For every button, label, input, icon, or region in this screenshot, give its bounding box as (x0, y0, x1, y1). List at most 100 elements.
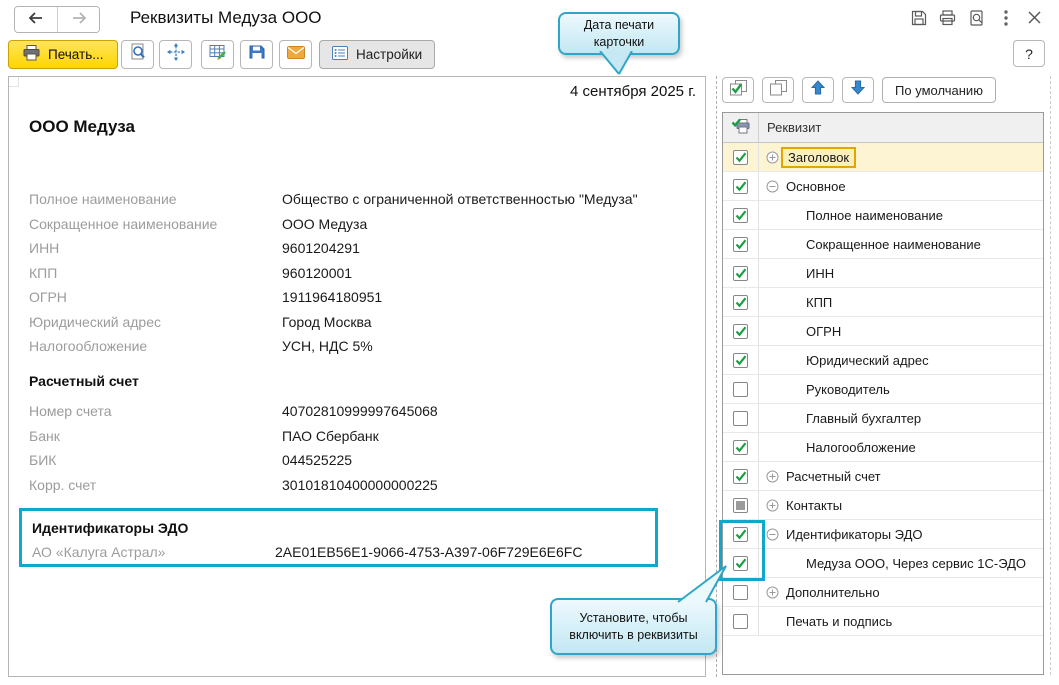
attributes-table: Реквизит Заголовок Основное Полное наимено… (722, 112, 1044, 675)
close-icon[interactable] (1026, 9, 1043, 26)
attribute-label: Налогообложение (806, 439, 916, 455)
checked-checkbox[interactable] (733, 178, 748, 194)
attribute-row[interactable]: Дополнительно (723, 578, 1043, 607)
field-value: УСН, НДС 5% (282, 338, 373, 355)
attribute-row[interactable]: Юридический адрес (723, 346, 1043, 375)
checked-checkbox[interactable] (733, 439, 748, 455)
edo-highlight-box: Идентификаторы ЭДО АО «Калуга Астрал» 2AE… (19, 508, 658, 567)
doc-edo-fields: АО «Калуга Астрал» 2AE01EB56E1-9066-4753-… (32, 540, 655, 565)
attribute-row[interactable]: ОГРН (723, 317, 1043, 346)
checked-checkbox[interactable] (733, 323, 748, 339)
attribute-row[interactable]: Заголовок (723, 143, 1043, 172)
move-up-button[interactable] (802, 77, 834, 103)
attribute-cell: Медуза ООО, Через сервис 1С-ЭДО (759, 549, 1043, 577)
check-all-button[interactable] (722, 77, 754, 103)
attribute-label: Главный бухгалтер (806, 410, 922, 426)
callout-print-date: Дата печати карточки (558, 12, 680, 55)
checked-checkbox[interactable] (733, 555, 748, 571)
attribute-row[interactable]: Медуза ООО, Через сервис 1С-ЭДО (723, 549, 1043, 578)
attribute-row[interactable]: Главный бухгалтер (723, 404, 1043, 433)
checkbox-cell (723, 288, 759, 316)
attribute-row[interactable]: Основное (723, 172, 1043, 201)
checked-checkbox[interactable] (733, 236, 748, 252)
attribute-row[interactable]: Руководитель (723, 375, 1043, 404)
field-value: 1911964180951 (282, 289, 383, 306)
unchecked-checkbox[interactable] (733, 410, 748, 426)
default-button-label: По умолчанию (895, 82, 983, 98)
expand-icon[interactable] (766, 586, 779, 599)
attribute-label: Контакты (786, 497, 843, 513)
doc-field-row: ОГРН 1911964180951 (29, 285, 694, 310)
field-label: КПП (29, 264, 58, 281)
attribute-row[interactable]: ИНН (723, 259, 1043, 288)
attribute-cell: Печать и подпись (759, 607, 1043, 635)
forward-button[interactable] (57, 7, 99, 32)
field-value: 960120001 (282, 264, 353, 281)
attribute-row[interactable]: Налогообложение (723, 433, 1043, 462)
attribute-row[interactable]: Сокращенное наименование (723, 230, 1043, 259)
default-button[interactable]: По умолчанию (882, 77, 996, 103)
expand-icon[interactable] (766, 151, 779, 164)
save-document-button[interactable] (240, 40, 273, 69)
checked-checkbox[interactable] (733, 352, 748, 368)
attribute-row[interactable]: Печать и подпись (723, 607, 1043, 636)
unchecked-checkbox[interactable] (733, 381, 748, 397)
print-icon[interactable] (939, 9, 956, 26)
field-value: 30101810400000000225 (282, 476, 438, 493)
attribute-row[interactable]: КПП (723, 288, 1043, 317)
expand-icon[interactable] (766, 499, 779, 512)
attribute-cell: Идентификаторы ЭДО (759, 520, 1043, 548)
panel-splitter[interactable] (716, 76, 717, 677)
checked-checkbox[interactable] (733, 468, 748, 484)
attribute-label: Дополнительно (786, 584, 880, 600)
envelope-mail-icon (286, 45, 305, 64)
attribute-label: ОГРН (806, 323, 842, 339)
attribute-row[interactable]: Идентификаторы ЭДО (723, 520, 1043, 549)
document-preview: 4 сентября 2025 г. ООО Медуза Полное наи… (8, 76, 706, 677)
preview-page-button[interactable] (121, 40, 154, 69)
attribute-row[interactable]: Полное наименование (723, 201, 1043, 230)
checkbox-cell (723, 549, 759, 577)
attribute-cell: Заголовок (759, 143, 1043, 171)
help-button[interactable]: ? (1013, 40, 1045, 67)
checked-checkbox[interactable] (733, 207, 748, 223)
checked-checkbox[interactable] (733, 149, 748, 165)
attribute-row[interactable]: Контакты (723, 491, 1043, 520)
uncheck-all-button[interactable] (762, 77, 794, 103)
unchecked-checkbox[interactable] (733, 584, 748, 600)
checkbox-cell (723, 259, 759, 287)
doc-field-row: АО «Калуга Астрал» 2AE01EB56E1-9066-4753-… (32, 540, 655, 565)
page-magnifier-icon (129, 43, 147, 66)
checked-checkbox[interactable] (733, 265, 748, 281)
back-button[interactable] (15, 7, 57, 32)
partial-checkbox[interactable] (733, 497, 748, 513)
attribute-label: Сокращенное наименование (806, 236, 981, 252)
checked-checkbox[interactable] (733, 294, 748, 310)
doc-field-row: ИНН 9601204291 (29, 236, 694, 261)
preview-icon[interactable] (968, 9, 985, 26)
doc-bank-fields: Номер счета 40702810999997645068 Банк ПАО С… (29, 399, 694, 497)
right-edge-splitter[interactable] (1050, 76, 1051, 675)
table-header: Реквизит (723, 113, 1043, 143)
move-down-button[interactable] (842, 77, 874, 103)
doc-field-row: Банк ПАО Сбербанк (29, 424, 694, 449)
unchecked-checkbox[interactable] (733, 613, 748, 629)
fit-move-button[interactable] (159, 40, 192, 69)
edit-table-button[interactable] (201, 40, 234, 69)
kebab-menu-icon[interactable] (997, 9, 1014, 26)
send-mail-button[interactable] (279, 40, 312, 69)
checked-checkbox[interactable] (733, 526, 748, 542)
collapse-icon[interactable] (766, 528, 779, 541)
field-label: Налогообложение (29, 338, 148, 355)
attribute-row[interactable]: Расчетный счет (723, 462, 1043, 491)
save-icon[interactable] (910, 9, 927, 26)
settings-button[interactable]: Настройки (319, 40, 436, 69)
field-label: Банк (29, 427, 60, 444)
attribute-label: ИНН (806, 265, 835, 281)
attribute-cell: КПП (759, 288, 1043, 316)
print-button[interactable]: Печать... (8, 40, 119, 69)
expand-icon[interactable] (766, 470, 779, 483)
collapse-icon[interactable] (766, 180, 779, 193)
checkbox-cell (723, 375, 759, 403)
doc-field-row: Полное наименование Общество с ограниченн… (29, 187, 694, 212)
